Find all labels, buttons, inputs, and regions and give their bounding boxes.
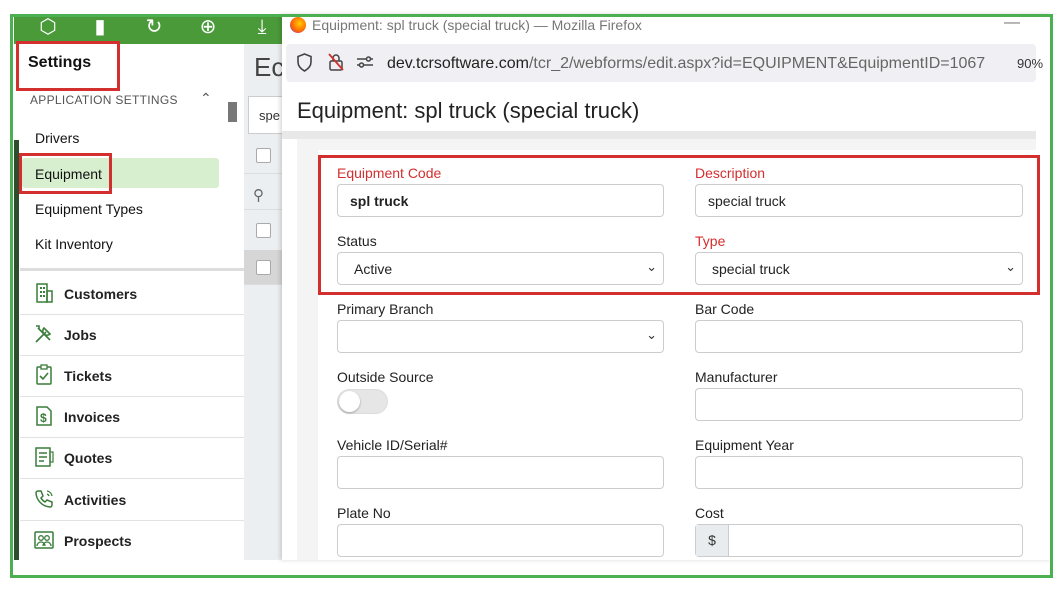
screenshot-frame-overlay [10,14,1053,578]
